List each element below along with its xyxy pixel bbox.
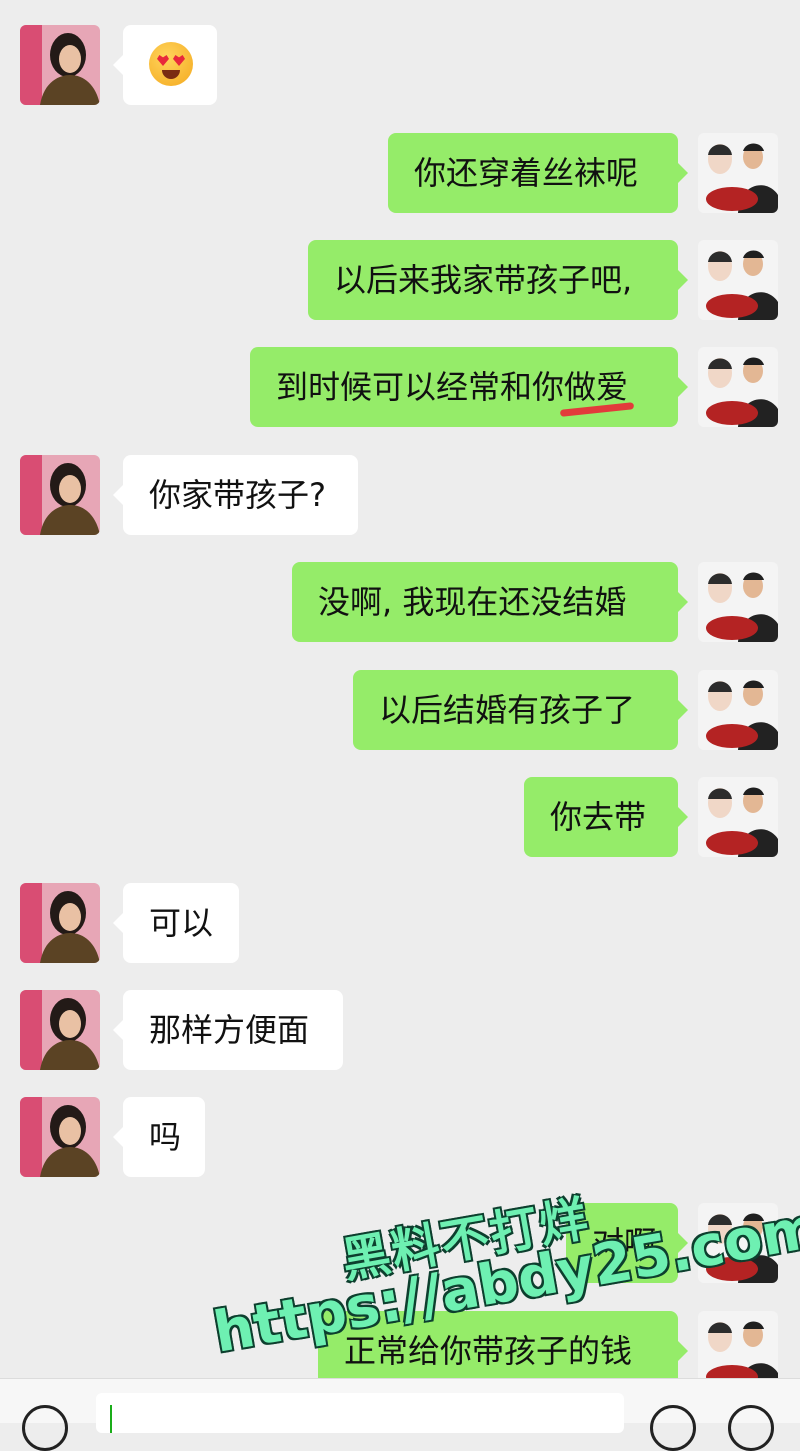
smiley-icon[interactable] — [650, 1405, 696, 1451]
message-text: 那样方便面 — [149, 1011, 310, 1049]
contact-avatar[interactable] — [20, 883, 100, 963]
my-avatar[interactable] — [698, 562, 778, 642]
my-avatar[interactable] — [698, 777, 778, 857]
message-text: 正常给你带孩子的钱 — [344, 1332, 633, 1370]
message-text: 没啊, 我现在还没结婚 — [318, 583, 627, 621]
contact-avatar[interactable] — [20, 1097, 100, 1177]
input-bar — [0, 1378, 800, 1451]
my-avatar[interactable] — [698, 133, 778, 213]
received-bubble[interactable] — [113, 25, 217, 105]
sent-bubble[interactable]: 没啊, 我现在还没结婚 — [292, 562, 688, 642]
plus-icon[interactable] — [728, 1405, 774, 1451]
received-bubble[interactable]: 吗 — [113, 1097, 205, 1177]
message-text: 到时候可以经常和你 — [276, 368, 565, 406]
contact-avatar[interactable] — [20, 990, 100, 1070]
contact-avatar[interactable] — [20, 25, 100, 105]
message-text: 你家带孩子? — [149, 476, 326, 514]
contact-avatar[interactable] — [20, 455, 100, 535]
my-avatar[interactable] — [698, 347, 778, 427]
sent-bubble[interactable]: 以后结婚有孩子了 — [353, 670, 688, 750]
my-avatar[interactable] — [698, 670, 778, 750]
struck-text: 做爱 — [559, 368, 635, 417]
text-caret — [110, 1405, 112, 1433]
message-text: 可以 — [149, 904, 214, 942]
message-text: 你去带 — [550, 798, 647, 836]
sent-bubble[interactable]: 到时候可以经常和你做爱 — [250, 347, 688, 427]
sent-bubble[interactable]: 你还穿着丝袜呢 — [388, 133, 688, 213]
received-bubble[interactable]: 可以 — [113, 883, 239, 963]
sent-bubble[interactable]: 以后来我家带孩子吧, — [308, 240, 688, 320]
heart-eyes-emoji-icon — [149, 42, 193, 86]
message-text: 以后来我家带孩子吧, — [334, 261, 633, 299]
received-bubble[interactable]: 你家带孩子? — [113, 455, 358, 535]
sent-bubble[interactable]: 你去带 — [524, 777, 688, 857]
message-text: 以后结婚有孩子了 — [379, 691, 636, 729]
received-bubble[interactable]: 那样方便面 — [113, 990, 343, 1070]
voice-icon[interactable] — [22, 1405, 68, 1451]
message-text: 吗 — [149, 1118, 182, 1156]
message-text: 你还穿着丝袜呢 — [414, 154, 639, 192]
message-input[interactable] — [96, 1393, 624, 1433]
my-avatar[interactable] — [698, 240, 778, 320]
